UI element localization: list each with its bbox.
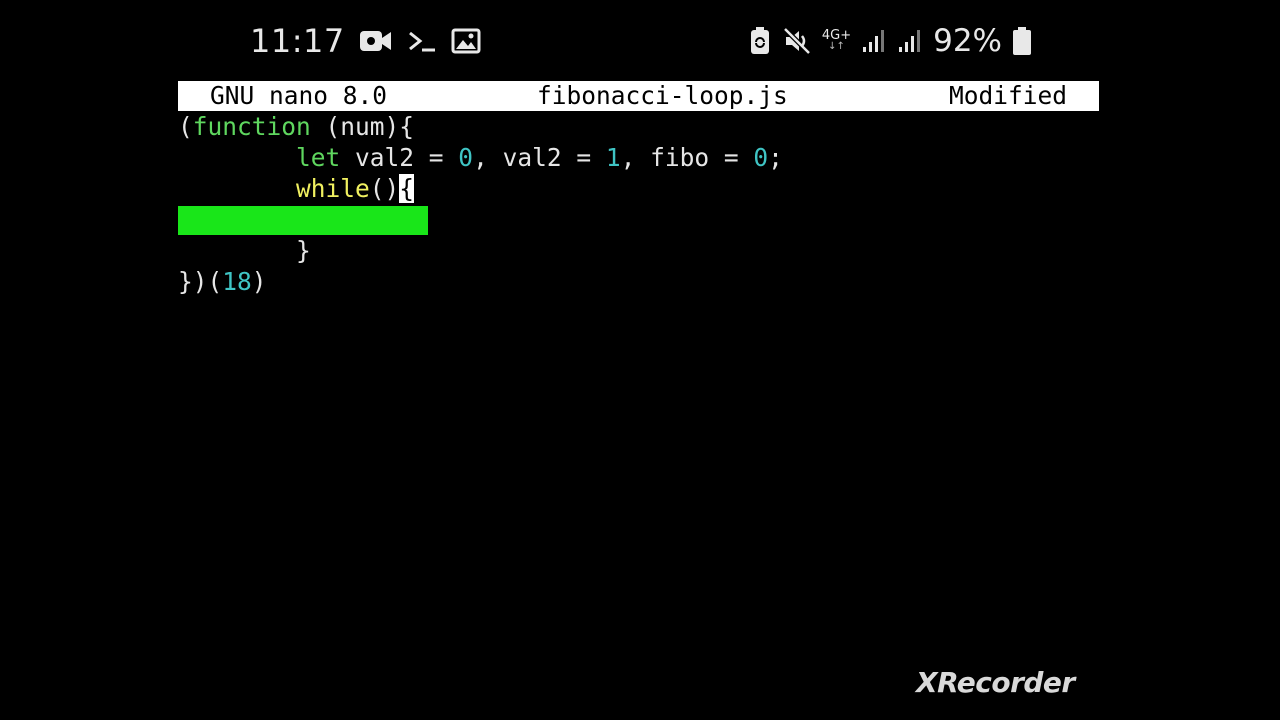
modified-status: Modified [948, 81, 1067, 110]
file-name: fibonacci-loop.js [537, 81, 788, 110]
code-token: , val2 = [473, 143, 606, 172]
number-token: 1 [605, 143, 621, 172]
code-line[interactable]: })(18) [178, 266, 1099, 297]
signal-icon [897, 28, 923, 54]
clock: 11:17 [250, 22, 345, 60]
text-cursor[interactable]: { [399, 174, 415, 203]
code-token: ( [178, 112, 193, 141]
screen: 11:17 4G+ ↓↑ 92% GNU nano 8.0 fibonacci-… [0, 0, 1280, 720]
number-token: 18 [222, 267, 252, 296]
code-line[interactable]: (function (num){ [178, 111, 1099, 142]
code-token: () [369, 174, 400, 203]
nano-editor[interactable]: GNU nano 8.0 fibonacci-loop.js Modified … [178, 81, 1099, 297]
keyword-token: function [192, 112, 311, 141]
code-token: } [296, 236, 311, 265]
code-line-highlighted[interactable] [178, 204, 1099, 235]
code-token: })( [178, 267, 223, 296]
code-token: ; [768, 143, 783, 172]
battery-percent: 92% [933, 23, 1002, 59]
mute-icon [782, 26, 812, 56]
recorder-watermark: XRecorder [916, 666, 1075, 699]
code-line[interactable]: while(){ [178, 173, 1099, 204]
code-line[interactable]: } [178, 235, 1099, 266]
keyword-token: while [296, 174, 370, 203]
keyword-token: let [296, 143, 341, 172]
code-token: ) [251, 267, 267, 296]
battery-saver-icon [748, 26, 772, 56]
code-line[interactable]: let val2 = 0, val2 = 1, fibo = 0; [178, 142, 1099, 173]
code-area[interactable]: (function (num){ let val2 = 0, val2 = 1,… [178, 111, 1099, 297]
status-bar-left: 11:17 [250, 20, 481, 62]
number-token: 0 [753, 143, 769, 172]
code-token: (num){ [310, 112, 415, 141]
status-bar-right: 4G+ ↓↑ 92% [748, 20, 1032, 62]
nano-titlebar: GNU nano 8.0 fibonacci-loop.js Modified [178, 81, 1099, 111]
number-token: 0 [458, 143, 474, 172]
code-token: val2 = [340, 143, 459, 172]
code-token: , fibo = [620, 143, 754, 172]
terminal-icon [407, 28, 437, 54]
whitespace-highlight [178, 206, 428, 235]
battery-icon [1012, 26, 1032, 56]
nano-version: GNU nano 8.0 [210, 81, 388, 110]
video-camera-icon [359, 28, 393, 54]
network-type: 4G+ ↓↑ [822, 29, 851, 52]
signal-icon [861, 28, 887, 54]
data-arrows-icon: ↓↑ [828, 41, 845, 52]
image-icon [451, 28, 481, 54]
